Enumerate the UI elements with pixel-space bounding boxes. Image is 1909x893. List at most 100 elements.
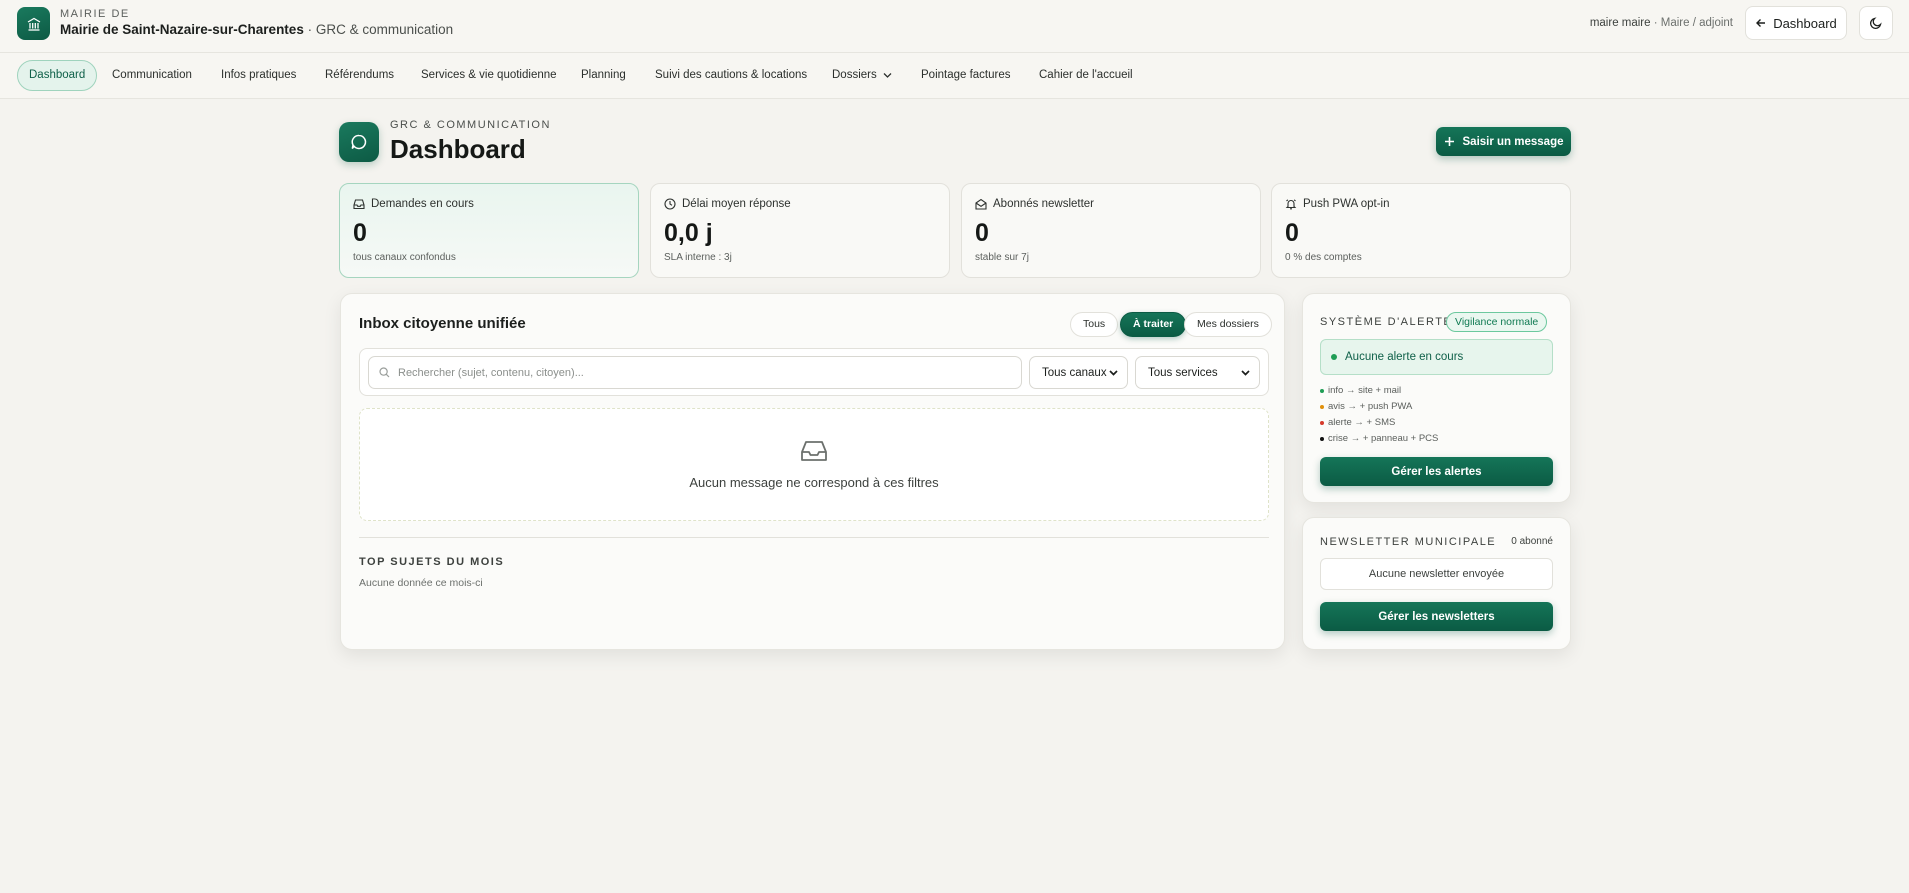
- level-dot: [1320, 437, 1324, 441]
- newsletter-empty: Aucune newsletter envoyée: [1320, 558, 1553, 590]
- page-title: Dashboard: [390, 134, 526, 164]
- level-text: info → site + mail: [1328, 385, 1402, 396]
- module-name: · GRC & communication: [303, 22, 454, 37]
- nav-dossiers-label: Dossiers: [832, 69, 877, 81]
- chevron-down-icon: [1109, 369, 1118, 376]
- alert-kicker: SYSTÈME D'ALERTE: [1320, 316, 1453, 328]
- filter-tous[interactable]: Tous: [1070, 312, 1119, 337]
- nav-planning[interactable]: Planning: [570, 60, 637, 91]
- inbox-panel: Inbox citoyenne unifiée Tous À traiter M…: [340, 293, 1285, 650]
- stat-value: 0,0 j: [664, 219, 713, 247]
- theme-toggle-button[interactable]: [1859, 6, 1893, 40]
- empty-state-text: Aucun message ne correspond à ces filtre…: [689, 475, 939, 490]
- level-dot: [1320, 421, 1324, 425]
- arrow-left-icon: [1756, 19, 1766, 27]
- user-name: maire maire: [1589, 17, 1651, 29]
- filter-bar: Tous canaux Tous services: [359, 348, 1269, 396]
- service-select[interactable]: Tous services: [1135, 356, 1260, 389]
- clock-icon: [664, 198, 676, 210]
- level-text: alerte → + SMS: [1328, 417, 1396, 428]
- plus-icon: [1444, 137, 1454, 146]
- stat-note: tous canaux confondus: [353, 252, 456, 263]
- main-nav: Dashboard Communication Infos pratiques …: [0, 53, 1909, 99]
- mail-open-icon: [975, 198, 987, 210]
- stat-note: SLA interne : 3j: [664, 252, 732, 263]
- chevron-down-icon: [1241, 369, 1250, 376]
- search-icon: [379, 367, 390, 378]
- level-dot: [1320, 389, 1324, 393]
- nav-cautions[interactable]: Suivi des cautions & locations: [644, 60, 818, 91]
- app-header: MAIRIE DE Mairie de Saint-Nazaire-sur-Ch…: [0, 0, 1909, 53]
- nav-pointage-factures[interactable]: Pointage factures: [910, 60, 1022, 91]
- user-info: maire maire · Maire / adjoint: [1590, 17, 1733, 29]
- new-message-label: Saisir un message: [1462, 135, 1564, 148]
- alert-status: Aucune alerte en cours: [1320, 339, 1553, 375]
- org-title: Mairie de Saint-Nazaire-sur-Charentes · …: [60, 22, 453, 37]
- newsletter-kicker: NEWSLETTER MUNICIPALE: [1320, 536, 1497, 548]
- level-text: avis → + push PWA: [1328, 401, 1413, 412]
- status-dot: [1331, 354, 1337, 360]
- stat-label: Abonnés newsletter: [993, 198, 1095, 210]
- org-kicker: MAIRIE DE: [60, 8, 130, 20]
- stat-label-row: Délai moyen réponse: [664, 198, 791, 210]
- nav-services[interactable]: Services & vie quotidienne: [410, 60, 568, 91]
- alert-system-panel: SYSTÈME D'ALERTE Vigilance normale Aucun…: [1302, 293, 1571, 503]
- inbox-icon: [353, 199, 365, 210]
- level-item: info → site + mail: [1320, 383, 1438, 399]
- stat-label: Délai moyen réponse: [682, 198, 791, 210]
- filter-mes-dossiers[interactable]: Mes dossiers: [1184, 312, 1272, 337]
- top-subjects-empty: Aucune donnée ce mois-ci: [359, 577, 483, 589]
- org-name: Mairie de Saint-Nazaire-sur-Charentes: [60, 22, 304, 37]
- stat-label: Push PWA opt-in: [1303, 198, 1390, 210]
- divider: [359, 537, 1269, 538]
- filter-a-traiter[interactable]: À traiter: [1120, 312, 1187, 337]
- vigilance-badge: Vigilance normale: [1446, 312, 1548, 332]
- manage-alerts-button[interactable]: Gérer les alertes: [1320, 457, 1553, 486]
- manage-newsletters-button[interactable]: Gérer les newsletters: [1320, 602, 1553, 631]
- subscriber-count: 0 abonné: [1511, 536, 1553, 547]
- alert-levels: info → site + mail avis → + push PWA ale…: [1320, 383, 1438, 447]
- stat-value: 0: [975, 219, 989, 247]
- nav-cahier-accueil[interactable]: Cahier de l'accueil: [1028, 60, 1144, 91]
- nav-dashboard[interactable]: Dashboard: [17, 60, 98, 91]
- nav-infos-pratiques[interactable]: Infos pratiques: [210, 60, 307, 91]
- stat-note: 0 % des comptes: [1285, 252, 1362, 263]
- level-text: crise → + panneau + PCS: [1328, 433, 1439, 444]
- top-subjects-title: TOP SUJETS DU MOIS: [359, 556, 505, 568]
- empty-state: Aucun message ne correspond à ces filtre…: [359, 408, 1269, 521]
- stat-value: 0: [353, 219, 367, 247]
- stat-label-row: Demandes en cours: [353, 198, 474, 210]
- stat-label-row: Abonnés newsletter: [975, 198, 1094, 210]
- chat-bubble-icon: [339, 122, 379, 162]
- inbox-title: Inbox citoyenne unifiée: [359, 315, 526, 332]
- page-kicker: GRC & COMMUNICATION: [390, 119, 551, 131]
- nav-referendums[interactable]: Référendums: [314, 60, 405, 91]
- stat-note: stable sur 7j: [975, 252, 1029, 263]
- alert-status-text: Aucune alerte en cours: [1345, 351, 1464, 363]
- moon-icon: [1869, 17, 1882, 30]
- search-input[interactable]: [398, 366, 998, 379]
- stat-value: 0: [1285, 219, 1299, 247]
- level-item: crise → + panneau + PCS: [1320, 431, 1438, 447]
- stat-label-row: Push PWA opt-in: [1285, 198, 1390, 210]
- back-button-label: Dashboard: [1773, 15, 1837, 31]
- stat-card-delai[interactable]: Délai moyen réponse 0,0 j SLA interne : …: [650, 183, 950, 278]
- level-dot: [1320, 405, 1324, 409]
- level-item: alerte → + SMS: [1320, 415, 1438, 431]
- channel-select[interactable]: Tous canaux: [1029, 356, 1128, 389]
- level-item: avis → + push PWA: [1320, 399, 1438, 415]
- newsletter-panel: NEWSLETTER MUNICIPALE 0 abonné Aucune ne…: [1302, 517, 1571, 650]
- bell-icon: [1285, 199, 1297, 210]
- search-field[interactable]: [368, 356, 1022, 389]
- channel-select-value: Tous canaux: [1042, 366, 1107, 379]
- new-message-button[interactable]: Saisir un message: [1436, 127, 1571, 156]
- chevron-down-icon: [883, 73, 892, 78]
- stat-card-abonnes[interactable]: Abonnés newsletter 0 stable sur 7j: [961, 183, 1261, 278]
- back-to-dashboard-button[interactable]: Dashboard: [1745, 6, 1847, 40]
- nav-communication[interactable]: Communication: [101, 60, 203, 91]
- stat-label: Demandes en cours: [371, 198, 474, 210]
- stat-card-demandes[interactable]: Demandes en cours 0 tous canaux confondu…: [339, 183, 639, 278]
- stat-card-push[interactable]: Push PWA opt-in 0 0 % des comptes: [1271, 183, 1571, 278]
- town-hall-logo-icon[interactable]: [17, 7, 50, 40]
- nav-dossiers[interactable]: Dossiers: [821, 60, 903, 91]
